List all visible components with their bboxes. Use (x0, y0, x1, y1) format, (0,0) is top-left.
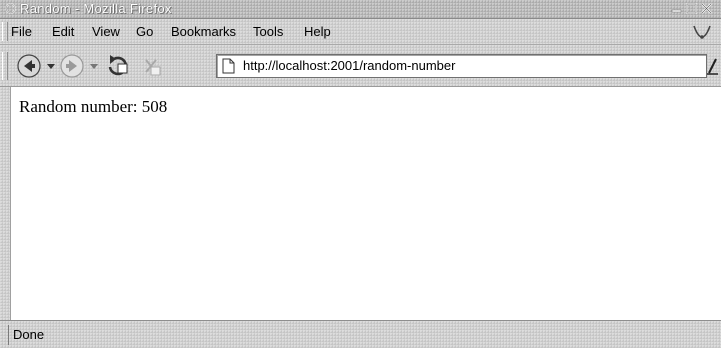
menu-go[interactable]: Go (136, 23, 153, 40)
menu-bookmarks[interactable]: Bookmarks (171, 23, 236, 40)
reload-icon[interactable] (104, 53, 132, 79)
menu-view[interactable]: View (92, 23, 120, 40)
stop-icon[interactable] (138, 53, 164, 79)
back-icon[interactable] (16, 53, 42, 79)
window-controls (670, 2, 713, 16)
page-icon (222, 58, 235, 74)
navigation-toolbar: http://localhost:2001/random-number (0, 45, 721, 87)
menu-bar: File Edit View Go Bookmarks Tools Help (0, 19, 721, 45)
menu-help[interactable]: Help (304, 23, 331, 40)
close-icon[interactable] (700, 2, 713, 15)
menu-edit[interactable]: Edit (52, 23, 74, 40)
toolbar-grip[interactable] (2, 52, 8, 80)
url-bar[interactable]: http://localhost:2001/random-number (216, 54, 707, 78)
forward-icon[interactable] (59, 53, 85, 79)
forward-dropdown-icon[interactable] (88, 53, 100, 79)
status-text: Done (13, 327, 45, 342)
go-icon[interactable] (706, 54, 719, 78)
window-frame-left (0, 87, 10, 320)
browser-window: Random - Mozilla Firefox File Edit View … (0, 0, 721, 348)
menu-file[interactable]: File (11, 23, 32, 40)
minimize-icon[interactable] (670, 2, 683, 15)
url-input[interactable]: http://localhost:2001/random-number (243, 58, 455, 74)
page-content: Random number: 508 (10, 87, 720, 320)
random-number-text: Random number: 508 (19, 97, 168, 116)
title-bar[interactable]: Random - Mozilla Firefox (0, 0, 721, 19)
menu-tools[interactable]: Tools (253, 23, 283, 40)
window-title: Random - Mozilla Firefox (20, 1, 172, 16)
menu-bar-grip[interactable] (2, 22, 8, 41)
window-menu-icon[interactable] (5, 3, 16, 14)
status-bar: Done (0, 320, 721, 348)
back-dropdown-icon[interactable] (45, 53, 57, 79)
status-separator (8, 325, 9, 345)
maximize-icon[interactable] (685, 2, 698, 15)
activity-throbber-icon (693, 25, 711, 39)
